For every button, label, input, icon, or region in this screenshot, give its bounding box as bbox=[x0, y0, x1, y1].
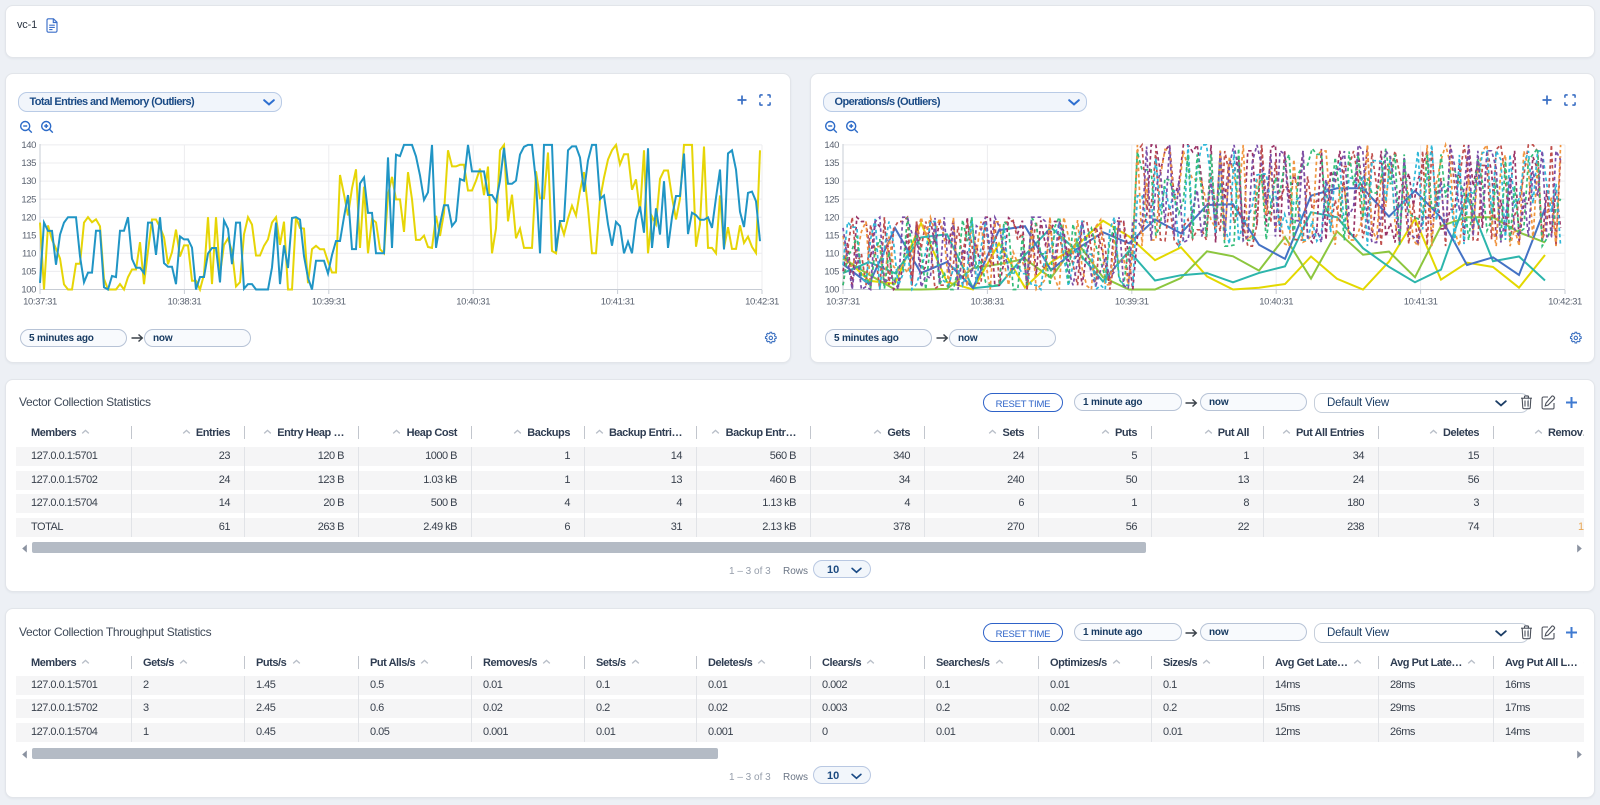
svg-text:10:37:31: 10:37:31 bbox=[23, 297, 57, 308]
svg-text:110: 110 bbox=[22, 249, 36, 260]
svg-text:135: 135 bbox=[21, 158, 36, 169]
svg-text:10:41:31: 10:41:31 bbox=[601, 297, 635, 308]
svg-text:140: 140 bbox=[824, 140, 839, 151]
svg-text:10:41:31: 10:41:31 bbox=[1404, 297, 1438, 308]
svg-text:10:39:31: 10:39:31 bbox=[1115, 297, 1149, 308]
svg-text:135: 135 bbox=[824, 158, 839, 169]
svg-text:10:37:31: 10:37:31 bbox=[826, 297, 860, 308]
svg-text:10:38:31: 10:38:31 bbox=[971, 297, 1005, 308]
svg-text:115: 115 bbox=[825, 231, 839, 242]
svg-text:120: 120 bbox=[21, 212, 36, 223]
svg-text:130: 130 bbox=[21, 176, 36, 187]
svg-text:110: 110 bbox=[825, 249, 839, 260]
svg-text:10:42:31: 10:42:31 bbox=[1548, 297, 1582, 308]
svg-text:125: 125 bbox=[21, 194, 36, 205]
svg-text:10:38:31: 10:38:31 bbox=[168, 297, 202, 308]
svg-text:10:42:31: 10:42:31 bbox=[745, 297, 779, 308]
svg-text:120: 120 bbox=[824, 212, 839, 223]
svg-text:10:40:31: 10:40:31 bbox=[456, 297, 490, 308]
svg-text:100: 100 bbox=[21, 285, 36, 296]
svg-text:140: 140 bbox=[21, 140, 36, 151]
svg-text:10:39:31: 10:39:31 bbox=[312, 297, 346, 308]
svg-text:105: 105 bbox=[21, 267, 36, 278]
svg-text:100: 100 bbox=[824, 285, 839, 296]
svg-text:115: 115 bbox=[22, 231, 36, 242]
svg-text:10:40:31: 10:40:31 bbox=[1259, 297, 1293, 308]
svg-text:130: 130 bbox=[824, 176, 839, 187]
svg-text:105: 105 bbox=[824, 267, 839, 278]
svg-text:125: 125 bbox=[824, 194, 839, 205]
